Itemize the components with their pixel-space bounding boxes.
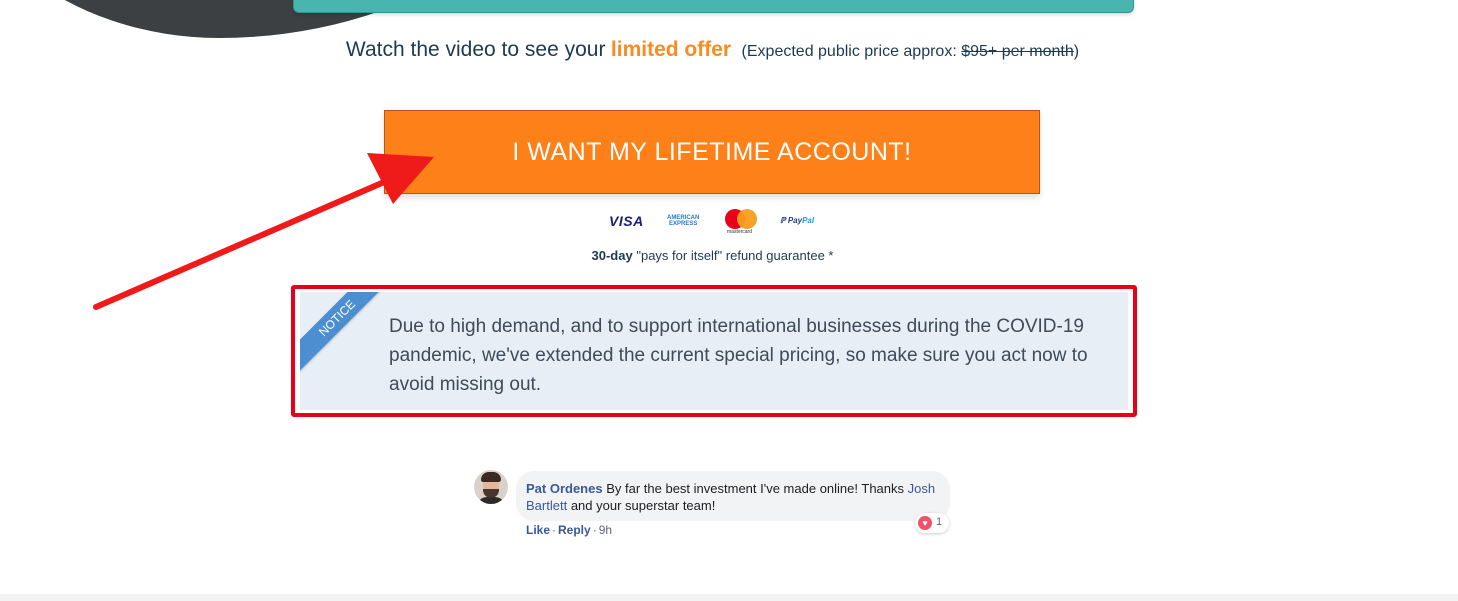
reaction-count: 1 (936, 516, 943, 528)
comment-time: 9h (598, 523, 613, 537)
comment-bubble: Pat Ordenes By far the best investment I… (516, 471, 950, 521)
lifetime-account-button[interactable]: I WANT MY LIFETIME ACCOUNT! (384, 110, 1040, 194)
notice-box: NOTICE Due to high demand, and to suppor… (291, 285, 1137, 417)
notice-panel: NOTICE Due to high demand, and to suppor… (300, 292, 1128, 410)
comment-actions: Like · Reply · 9h (526, 523, 613, 537)
expected-price-note: (Expected public price approx: $95+ per … (741, 43, 1080, 60)
old-price: $95+ per month (961, 43, 1074, 60)
comment-author[interactable]: Pat Ordenes (526, 481, 603, 496)
video-frame-bottom (293, 0, 1134, 13)
like-link[interactable]: Like (526, 523, 550, 537)
avatar (474, 470, 508, 504)
payment-methods: VISA AMERICAN EXPRESS mastercard ℙ PayPal (609, 208, 819, 235)
visa-logo: VISA (609, 213, 644, 229)
notice-ribbon: NOTICE (300, 292, 398, 379)
comment-text-1: By far the best investment I've made onl… (606, 481, 905, 496)
mastercard-logo: mastercard (725, 209, 759, 235)
testimonial-comment: Pat Ordenes By far the best investment I… (474, 470, 954, 540)
paypal-logo: ℙ PayPal (780, 216, 815, 225)
comment-text-2: and your superstar team! (570, 498, 716, 513)
heart-icon: ♥ (918, 516, 932, 530)
footer-strip (0, 594, 1458, 601)
reaction-badge[interactable]: ♥ 1 (915, 513, 949, 533)
amex-logo: AMERICAN EXPRESS (667, 215, 700, 227)
refund-guarantee: 30-day "pays for itself" refund guarante… (591, 248, 834, 263)
notice-text: Due to high demand, and to support inter… (389, 316, 1088, 395)
offer-line: Watch the video to see your limited offe… (0, 38, 1425, 62)
limited-offer-highlight: limited offer (610, 38, 732, 61)
reply-link[interactable]: Reply (558, 523, 591, 537)
offer-watch-text: Watch the video to see your (345, 38, 606, 61)
